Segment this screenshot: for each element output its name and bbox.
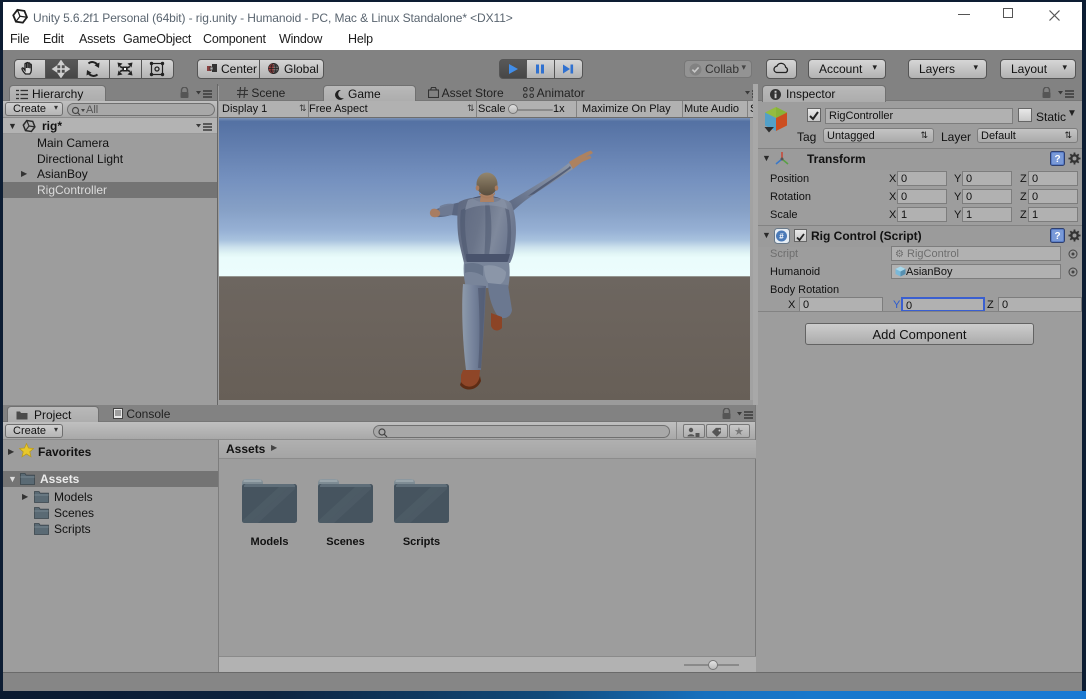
svg-text:#: # xyxy=(779,232,784,241)
svg-text:?: ? xyxy=(1054,154,1060,165)
svg-text:?: ? xyxy=(1054,231,1060,242)
